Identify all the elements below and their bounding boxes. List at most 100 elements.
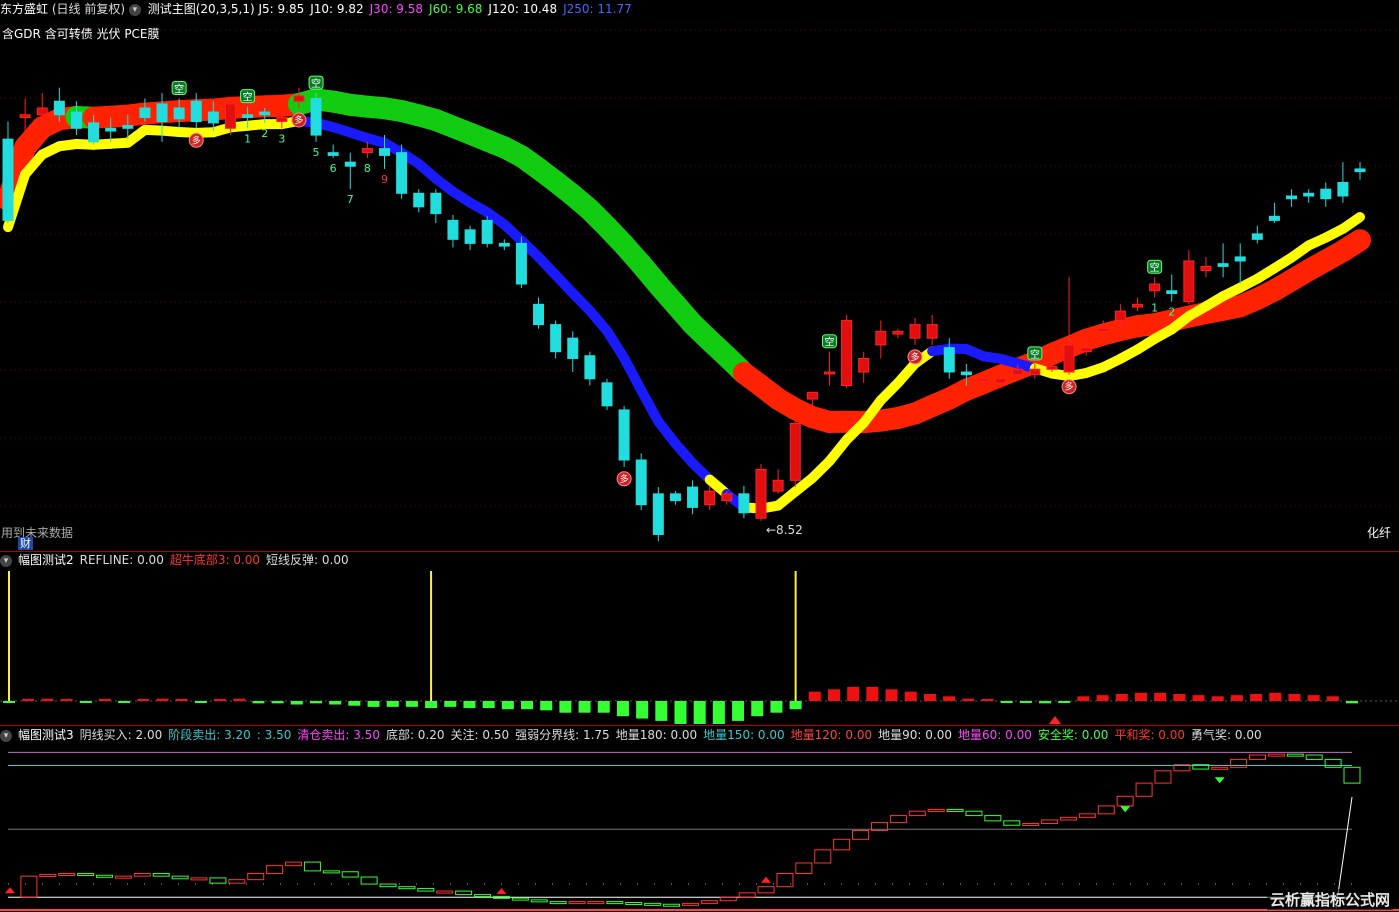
panel3-step-box xyxy=(1248,754,1266,760)
panel3-step-box xyxy=(58,873,76,877)
future-data-note: 用到未来数据 xyxy=(1,526,74,540)
kong-marker-label: 空 xyxy=(174,83,184,96)
count-number: 1 xyxy=(1151,302,1158,315)
panel3-value-10: 地量90: 0.00 xyxy=(878,728,952,742)
candle-body xyxy=(105,127,117,132)
candle-body xyxy=(1303,192,1315,197)
candle-body xyxy=(1063,344,1075,373)
panel3-value-7: 地量180: 0.00 xyxy=(615,728,698,742)
candle-body xyxy=(1354,168,1366,173)
count-number: 9 xyxy=(381,173,388,186)
panel3-step-box xyxy=(1286,753,1304,757)
adjust-mode[interactable]: (日线 前复权) xyxy=(52,2,125,16)
candle-body xyxy=(669,493,681,502)
panel3-step-box xyxy=(436,890,454,894)
panel2-up-arrow-icon xyxy=(1049,716,1061,724)
candle-body xyxy=(327,152,339,156)
panel2-bar xyxy=(1250,693,1263,701)
panel2-bar xyxy=(789,701,802,710)
panel3-step-box xyxy=(114,875,132,879)
candle-body xyxy=(841,320,853,387)
duo-marker-label: 多 xyxy=(620,473,629,485)
main-value-2: J30: 9.58 xyxy=(369,2,424,16)
panel2-bar xyxy=(655,701,668,721)
panel2-bar xyxy=(290,701,303,705)
panel3-title[interactable]: 幅图测试3 xyxy=(18,728,74,742)
panel2-chart[interactable] xyxy=(0,552,1399,724)
main-value-0: J5: 9.85 xyxy=(258,2,305,16)
candle-body xyxy=(1286,195,1298,200)
candle-body xyxy=(823,371,835,375)
panel3-step-box xyxy=(1041,819,1059,824)
candle-body xyxy=(995,378,1007,384)
panel2-bar xyxy=(405,701,418,707)
panel2-value-2: 短线反弹: 0.00 xyxy=(266,553,349,567)
main-value-5: J250: 11.77 xyxy=(563,2,632,16)
panel3-buy-arrow-icon xyxy=(761,876,772,883)
panel2-bar xyxy=(770,701,783,713)
panel2-bar xyxy=(1019,701,1032,703)
duo-marker-label: 多 xyxy=(1065,381,1074,393)
candle-body xyxy=(464,229,476,244)
panel3-sell-arrow-icon xyxy=(1214,777,1225,784)
panel2-bar xyxy=(329,701,342,705)
candle-body xyxy=(601,382,613,407)
count-number: 2 xyxy=(261,127,268,140)
candle-body xyxy=(1149,283,1161,292)
count-number: 2 xyxy=(1168,306,1175,319)
panel2-bar xyxy=(1058,701,1071,703)
candle-body xyxy=(618,409,630,461)
stock-name[interactable]: 东方盛虹 xyxy=(0,2,48,16)
main-header: 东方盛虹 (日线 前复权) ▾ 测试主图(20,3,5,1) J5: 9.85 J… xyxy=(0,0,638,18)
panel3-values: 阴线买入: 2.00 阶段卖出: 3.20: 3.50 清仓卖出: 3.50 底部: … xyxy=(80,728,1268,742)
candle-body xyxy=(635,459,647,506)
panel3-value-1: 阶段卖出: 3.20 xyxy=(168,728,251,742)
panel3-chart[interactable] xyxy=(0,726,1399,912)
count-number: 1 xyxy=(244,132,251,145)
finance-badge[interactable]: 财 xyxy=(18,537,33,550)
panel3-step-box xyxy=(946,808,964,812)
dropdown-icon[interactable]: ▾ xyxy=(128,3,141,16)
panel3-step-box xyxy=(1267,753,1285,757)
panel2-bar xyxy=(808,691,821,701)
panel2-bar xyxy=(674,701,687,724)
candle-body xyxy=(19,114,31,118)
main-indicator-name[interactable]: 测试主图(20,3,5,1) xyxy=(148,2,255,16)
panel2-bar xyxy=(1192,695,1205,701)
kong-marker-label: 空 xyxy=(824,336,834,349)
panel2-bar xyxy=(1000,701,1013,703)
panel3-step-box xyxy=(474,894,492,898)
panel3-step-box xyxy=(133,873,151,877)
panel3-step-box xyxy=(360,876,378,885)
panel2-title[interactable]: 幅图测试2 xyxy=(18,553,74,567)
panel3-step-box xyxy=(341,871,359,878)
ma-band-long xyxy=(1331,229,1371,263)
panel3-value-13: 平和奖: 0.00 xyxy=(1114,728,1186,742)
candle-body xyxy=(515,242,527,285)
panel3-step-box xyxy=(663,903,681,907)
concept-tags: 含GDR 含可转债 光伏 PCE膜 xyxy=(2,27,160,41)
panel3-step-box xyxy=(644,902,662,906)
panel3-step-box xyxy=(795,862,813,875)
duo-marker-label: 多 xyxy=(294,114,303,126)
main-value-1: J10: 9.82 xyxy=(310,2,364,16)
candle-body xyxy=(584,355,596,380)
panel3-value-11: 地量60: 0.00 xyxy=(958,728,1032,742)
panel3-step-box xyxy=(681,902,699,906)
panel2-bar xyxy=(1039,701,1052,704)
panel2-values: REFLINE: 0.00 超牛底部3: 0.00 短线反弹: 0.00 xyxy=(80,553,355,567)
panel2-menu-icon[interactable]: ▾ xyxy=(0,554,12,567)
panel3-menu-icon[interactable]: ▾ xyxy=(0,729,12,742)
ma-band-short xyxy=(619,352,647,396)
panel2-bar xyxy=(444,701,457,707)
panel2-bar xyxy=(41,698,54,701)
panel2-bar xyxy=(521,701,534,710)
main-price-chart[interactable]: 空空空空空空多多多多多1 2 3567891 2 xyxy=(0,0,1399,552)
panel3-value-8: 地量150: 0.00 xyxy=(703,728,785,742)
panel2-bar xyxy=(22,699,35,701)
candle-body xyxy=(481,219,493,244)
candle-body xyxy=(156,103,168,123)
panel3-sell-arrow-icon xyxy=(1120,806,1131,813)
panel2-bar xyxy=(3,701,15,703)
candle-body xyxy=(1183,260,1195,303)
